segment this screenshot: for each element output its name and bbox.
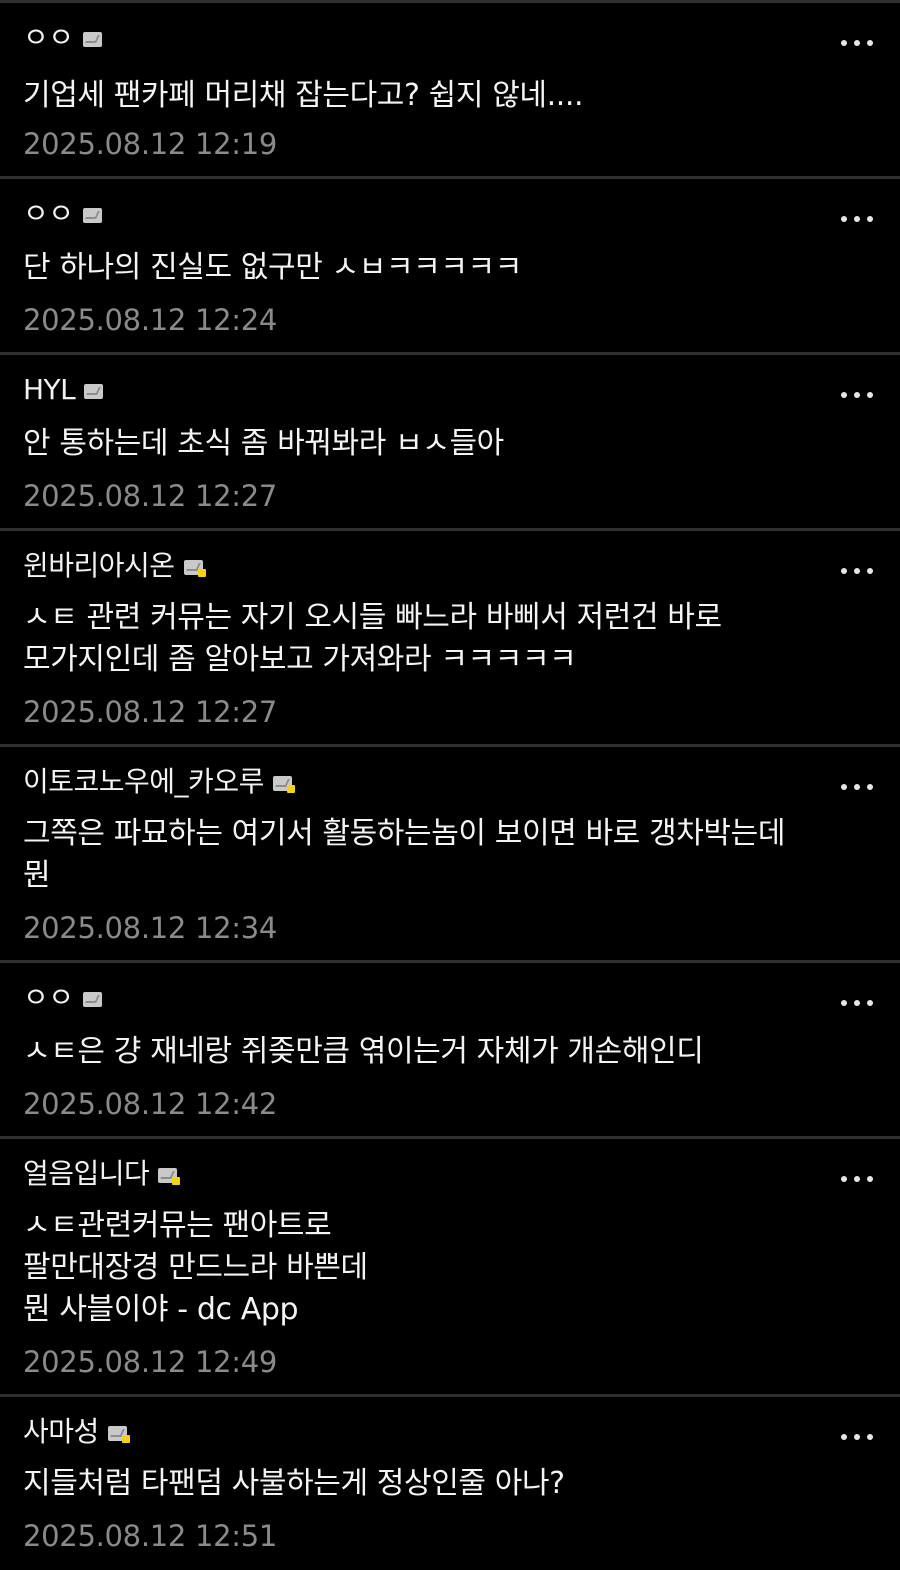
fixed-nick-icon (107, 1426, 130, 1443)
more-vertical-dots-icon (841, 392, 873, 398)
author-nickname[interactable]: ㅇㅇ (23, 19, 74, 57)
more-vertical-dots-icon (841, 568, 873, 574)
comment-item: ㅇㅇ 기업세 팬카페 머리채 잡는다고? 쉽지 않네.... 2025.08.1… (0, 0, 900, 176)
comment-item: 얼음입니다 ㅅㅌ관련커뮤는 팬아트로 팔만대장경 만드느라 바쁜데 뭔 사블이야… (0, 1136, 900, 1394)
gallery-icon (82, 208, 102, 223)
gallery-icon (82, 32, 102, 47)
comment-author[interactable]: 얼음입니다 (23, 1155, 181, 1193)
more-options-button[interactable] (830, 207, 884, 231)
comment-timestamp: 2025.08.12 12:27 (23, 695, 278, 729)
comment-author[interactable]: 이토코노우에_카오루 (23, 763, 295, 801)
comment-text: ㅅㅌ 관련 커뮤는 자기 오시들 빠느라 바삐서 저런건 바로 모가지인데 좀 … (23, 600, 722, 677)
author-nickname[interactable]: HYL (23, 371, 76, 409)
more-vertical-dots-icon (841, 216, 873, 222)
more-options-button[interactable] (830, 991, 884, 1015)
gallery-icon (82, 992, 102, 1007)
comment-text: ㅅㅌ은 걍 재네랑 쥐좆만큼 엮이는거 자체가 개손해인디 (23, 1034, 704, 1069)
comment-timestamp: 2025.08.12 12:27 (23, 479, 278, 513)
more-options-button[interactable] (830, 559, 884, 583)
more-options-button[interactable] (830, 1425, 884, 1449)
more-vertical-dots-icon (841, 1000, 873, 1006)
comment-item: HYL 안 통하는데 초식 좀 바꿔봐라 ㅂㅅ들아 2025.08.12 12:… (0, 352, 900, 528)
comment-timestamp: 2025.08.12 12:51 (23, 1519, 278, 1553)
comment-author[interactable]: 윈바리아시온 (23, 547, 206, 585)
comment-timestamp: 2025.08.12 12:34 (23, 911, 278, 945)
comment-text: 안 통하는데 초식 좀 바꿔봐라 ㅂㅅ들아 (23, 426, 504, 461)
comment-author[interactable]: HYL (23, 371, 104, 409)
author-nickname[interactable]: 사마성 (23, 1413, 99, 1451)
comment-text: 지들처럼 타팬덤 사불하는게 정상인줄 아나? (23, 1466, 565, 1501)
comment-author[interactable]: 사마성 (23, 1413, 130, 1451)
comment-item: 사마성 지들처럼 타팬덤 사불하는게 정상인줄 아나? 2025.08.12 1… (0, 1394, 900, 1570)
comment-author[interactable]: ㅇㅇ (23, 195, 102, 233)
comment-timestamp: 2025.08.12 12:49 (23, 1345, 278, 1379)
more-vertical-dots-icon (841, 1434, 873, 1440)
author-nickname[interactable]: 얼음입니다 (23, 1155, 150, 1193)
more-vertical-dots-icon (841, 784, 873, 790)
comment-timestamp: 2025.08.12 12:42 (23, 1087, 278, 1121)
author-nickname[interactable]: ㅇㅇ (23, 195, 74, 233)
author-nickname[interactable]: 이토코노우에_카오루 (23, 763, 264, 801)
more-options-button[interactable] (830, 1167, 884, 1191)
more-vertical-dots-icon (841, 1176, 873, 1182)
comment-text: 단 하나의 진실도 없구만 ㅅㅂㅋㅋㅋㅋㅋ (23, 250, 522, 285)
comment-text: 그쪽은 파묘하는 여기서 활동하는놈이 보이면 바로 갱차박는데 뭔 (23, 816, 786, 893)
more-options-button[interactable] (830, 31, 884, 55)
comment-item: ㅇㅇ 단 하나의 진실도 없구만 ㅅㅂㅋㅋㅋㅋㅋ 2025.08.12 12:2… (0, 176, 900, 352)
comment-item: 이토코노우에_카오루 그쪽은 파묘하는 여기서 활동하는놈이 보이면 바로 갱차… (0, 744, 900, 960)
comment-author[interactable]: ㅇㅇ (23, 979, 102, 1017)
comment-item: ㅇㅇ ㅅㅌ은 걍 재네랑 쥐좆만큼 엮이는거 자체가 개손해인디 2025.08… (0, 960, 900, 1136)
gallery-icon (84, 384, 104, 399)
comment-timestamp: 2025.08.12 12:24 (23, 303, 278, 337)
comment-author[interactable]: ㅇㅇ (23, 19, 102, 57)
fixed-nick-icon (158, 1168, 181, 1185)
more-options-button[interactable] (830, 383, 884, 407)
more-vertical-dots-icon (841, 40, 873, 46)
comment-text: 기업세 팬카페 머리채 잡는다고? 쉽지 않네.... (23, 78, 584, 113)
more-options-button[interactable] (830, 775, 884, 799)
fixed-nick-icon (183, 560, 206, 577)
author-nickname[interactable]: 윈바리아시온 (23, 547, 175, 585)
fixed-nick-icon (272, 776, 295, 793)
comment-text: ㅅㅌ관련커뮤는 팬아트로 팔만대장경 만드느라 바쁜데 뭔 사블이야 - dc … (23, 1208, 368, 1327)
author-nickname[interactable]: ㅇㅇ (23, 979, 74, 1017)
comment-item: 윈바리아시온 ㅅㅌ 관련 커뮤는 자기 오시들 빠느라 바삐서 저런건 바로 모… (0, 528, 900, 744)
comment-timestamp: 2025.08.12 12:19 (23, 127, 278, 161)
